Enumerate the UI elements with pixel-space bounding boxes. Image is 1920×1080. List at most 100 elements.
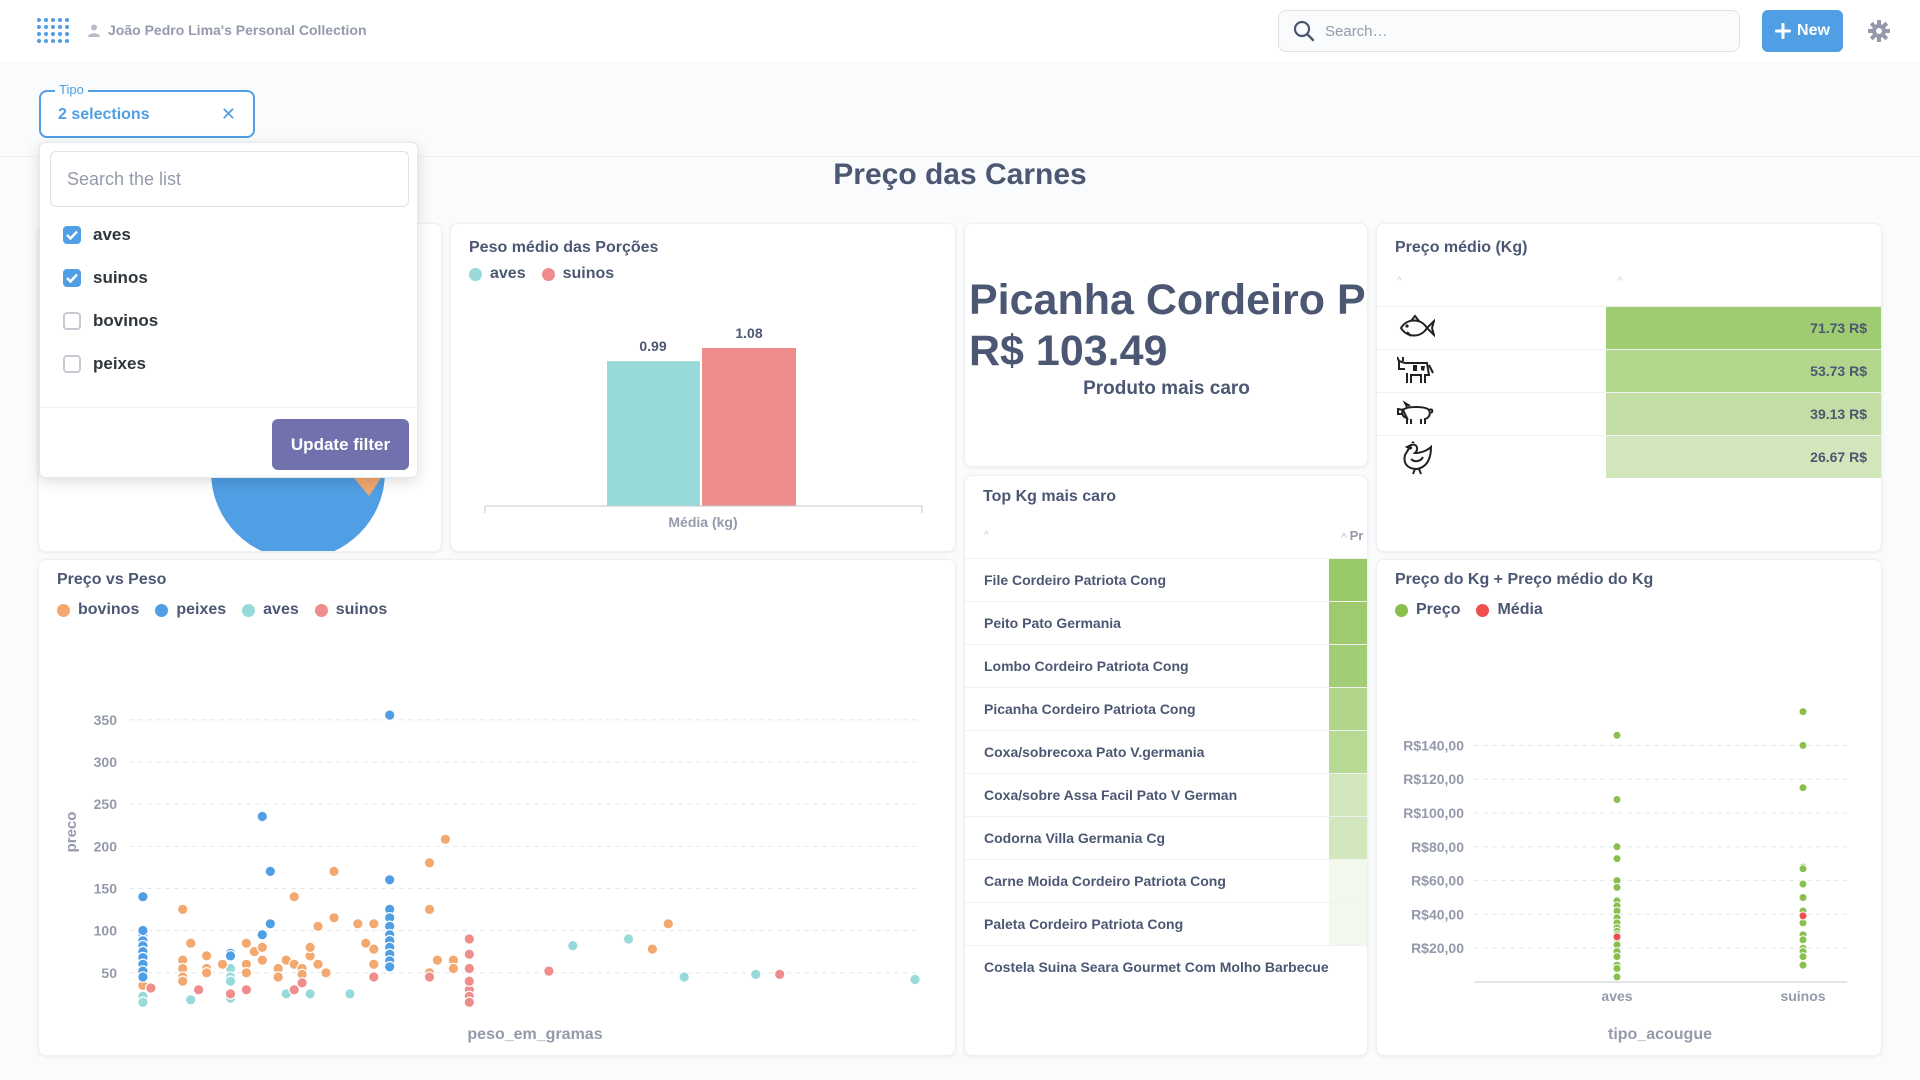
data-point-peixes[interactable] [137, 924, 149, 937]
option-aves[interactable]: aves [63, 225, 131, 245]
sort-icon[interactable]: ^ [984, 530, 989, 541]
data-point-aves[interactable] [749, 968, 762, 981]
gear-icon[interactable] [1868, 20, 1890, 42]
price-cell[interactable]: 7 [1329, 817, 1367, 859]
data-point-Preço[interactable] [1612, 952, 1622, 962]
product-name-cell[interactable]: File Cordeiro Patriota Cong [984, 572, 1166, 588]
price-cell[interactable] [1329, 903, 1367, 945]
table-cell-value[interactable]: 39.13 R$ [1606, 393, 1881, 435]
data-point-peixes[interactable] [383, 873, 396, 886]
table-cell-value[interactable]: 71.73 R$ [1606, 307, 1881, 349]
price-cell[interactable]: 10 [1329, 731, 1367, 773]
data-point-bovinos[interactable] [431, 954, 444, 966]
price-cell[interactable]: 1 [1329, 559, 1367, 601]
data-point-peixes[interactable] [264, 917, 277, 930]
data-point-peixes[interactable] [264, 865, 277, 878]
data-point-bovinos[interactable] [320, 966, 332, 979]
data-point-bovinos[interactable] [256, 941, 269, 954]
data-point-Preço[interactable] [1612, 882, 1622, 892]
data-point-Preço[interactable] [1798, 893, 1808, 902]
data-point-Preço[interactable] [1798, 960, 1808, 970]
option-bovinos[interactable]: bovinos [63, 311, 158, 331]
data-point-bovinos[interactable] [200, 950, 213, 962]
data-point-bovinos[interactable] [304, 941, 316, 954]
product-name-cell[interactable]: Carne Moida Cordeiro Patriota Cong [984, 873, 1226, 889]
sort-icon[interactable]: ^ [1397, 276, 1402, 287]
data-point-Preço[interactable] [1612, 972, 1622, 982]
data-point-bovinos[interactable] [200, 966, 213, 979]
data-point-bovinos[interactable] [367, 958, 380, 971]
table-cell-value[interactable]: 26.67 R$ [1606, 436, 1881, 478]
data-point-bovinos[interactable] [312, 920, 324, 933]
data-point-aves[interactable] [909, 973, 921, 986]
data-point-suinos[interactable] [367, 971, 380, 983]
data-point-bovinos[interactable] [367, 943, 380, 955]
data-point-suinos[interactable] [463, 996, 476, 1009]
data-point-bovinos[interactable] [662, 917, 675, 930]
new-button[interactable]: New [1762, 10, 1843, 52]
data-point-suinos[interactable] [423, 971, 436, 983]
data-point-peixes[interactable] [137, 971, 149, 983]
data-point-peixes[interactable] [383, 960, 396, 973]
data-point-aves[interactable] [622, 933, 635, 945]
checkbox-icon[interactable] [63, 312, 81, 330]
product-name-cell[interactable]: Coxa/sobre Assa Facil Pato V German [984, 787, 1237, 803]
price-cell[interactable]: 1 [1329, 645, 1367, 687]
table-row[interactable]: Lombo Cordeiro Patriota Cong 1 [965, 644, 1367, 687]
product-name-cell[interactable]: Costela Suina Seara Gourmet Com Molho Ba… [984, 959, 1329, 975]
product-name-cell[interactable]: Coxa/sobrecoxa Pato V.germania [984, 744, 1204, 760]
data-point-bovinos[interactable] [447, 962, 460, 975]
data-point-suinos[interactable] [463, 962, 476, 975]
sort-icon[interactable]: ^ [1618, 276, 1623, 287]
table-row[interactable]: Coxa/sobrecoxa Pato V.germania 10 [965, 730, 1367, 773]
data-point-bovinos[interactable] [312, 958, 324, 971]
data-point-Preço[interactable] [1798, 864, 1808, 874]
data-point-bovinos[interactable] [367, 917, 380, 930]
card-title[interactable]: Preço médio (Kg) [1395, 239, 1527, 257]
breadcrumb[interactable]: João Pedro Lima's Personal Collection [88, 22, 367, 38]
data-point-bovinos[interactable] [646, 943, 659, 955]
product-name-cell[interactable]: Codorna Villa Germania Cg [984, 830, 1165, 846]
data-point-suinos[interactable] [773, 968, 786, 981]
data-point-suinos[interactable] [463, 933, 476, 945]
data-point-peixes[interactable] [383, 709, 396, 721]
bar-aves[interactable] [607, 361, 700, 506]
data-point-bovinos[interactable] [328, 911, 340, 924]
tipo-filter[interactable]: Tipo 2 selections ✕ [39, 82, 255, 138]
option-suinos[interactable]: suinos [63, 268, 148, 288]
price-cell[interactable]: 14 [1329, 602, 1367, 644]
table-row[interactable]: Codorna Villa Germania Cg 7 [965, 816, 1367, 859]
data-point-bovinos[interactable] [256, 954, 269, 966]
filter-value[interactable]: 2 selections [58, 106, 150, 124]
metabase-logo-icon[interactable] [36, 16, 70, 46]
data-point-bovinos[interactable] [216, 958, 229, 971]
data-point-Preço[interactable] [1798, 952, 1808, 962]
data-point-Preço[interactable] [1798, 935, 1808, 945]
data-point-suinos[interactable] [543, 965, 555, 977]
data-point-Preço[interactable] [1798, 879, 1808, 889]
table-row[interactable]: Paleta Cordeiro Patriota Cong [965, 902, 1367, 945]
table-row[interactable]: Coxa/sobre Assa Facil Pato V German 7 [965, 773, 1367, 816]
table-row[interactable]: Carne Moida Cordeiro Patriota Cong [965, 859, 1367, 902]
data-point-suinos[interactable] [192, 983, 205, 996]
option-peixes[interactable]: peixes [63, 354, 146, 374]
data-point-aves[interactable] [184, 993, 197, 1006]
data-point-bovinos[interactable] [176, 975, 189, 987]
data-point-bovinos[interactable] [176, 903, 189, 916]
data-point-Preço[interactable] [1612, 795, 1622, 804]
data-point-Preço[interactable] [1612, 964, 1622, 973]
data-point-Preço[interactable] [1798, 783, 1808, 793]
data-point-bovinos[interactable] [439, 833, 452, 846]
price-cell[interactable]: 11 [1329, 688, 1367, 730]
table-row[interactable]: File Cordeiro Patriota Cong 1 [965, 558, 1367, 601]
data-point-peixes[interactable] [224, 950, 237, 962]
checkbox-checked-icon[interactable] [63, 226, 81, 244]
data-point-aves[interactable] [344, 988, 356, 1000]
update-filter-button[interactable]: Update filter [272, 419, 409, 470]
data-point-bovinos[interactable] [272, 971, 284, 983]
product-name-cell[interactable]: Picanha Cordeiro Patriota Cong [984, 701, 1196, 717]
data-point-aves[interactable] [224, 975, 237, 987]
data-point-aves[interactable] [304, 988, 316, 1000]
data-point-bovinos[interactable] [351, 917, 364, 930]
data-point-peixes[interactable] [137, 890, 149, 903]
